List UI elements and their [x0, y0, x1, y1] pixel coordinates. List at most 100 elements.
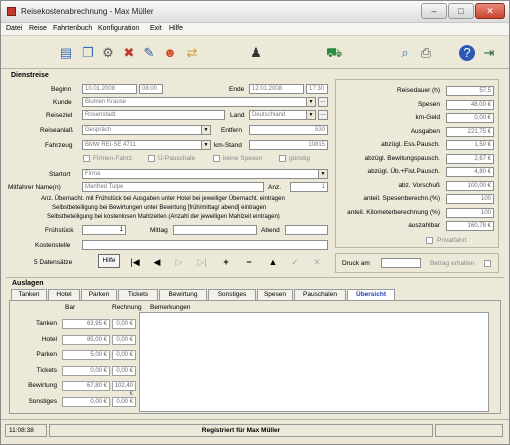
spy-icon[interactable]: ♟	[248, 45, 264, 61]
fruehstueck-field[interactable]: 1	[82, 225, 126, 235]
menu-fahrtenbuch[interactable]: Fahrtenbuch	[53, 25, 92, 32]
title-bar: Reisekostenabrechnung - Max Müller – □ ✕	[1, 1, 509, 23]
kostenstelle-field[interactable]	[82, 240, 328, 250]
user-icon[interactable]: ☻	[162, 45, 178, 61]
tab-7[interactable]: Pauschalen	[294, 289, 346, 300]
chevron-down-icon: ▼	[318, 170, 327, 178]
ue-pauschale-checkbox[interactable]	[148, 155, 155, 162]
tab-3[interactable]: Tickets	[118, 289, 158, 300]
tab-6[interactable]: Spesen	[257, 289, 293, 300]
summary-value: 160,78 €	[446, 221, 494, 231]
edit-icon[interactable]: ✎	[141, 45, 157, 61]
beginn-time-field[interactable]: 08:00	[139, 84, 163, 94]
summary-value: 100	[446, 207, 494, 218]
mitfahrer-field[interactable]: Manfred Tulpe	[82, 182, 264, 192]
delete-icon[interactable]: ✖	[121, 45, 137, 61]
app-icon	[7, 7, 16, 16]
grid-cell-bar[interactable]: 63,95 €	[62, 319, 110, 329]
print-icon[interactable]: ⎙	[418, 45, 434, 61]
help-icon[interactable]: ?	[459, 45, 475, 61]
up-icon[interactable]: ▲	[267, 256, 279, 268]
new-doc-icon[interactable]: ▤	[58, 45, 74, 61]
minimize-button[interactable]: –	[421, 3, 447, 19]
ende-time-field[interactable]: 17:30	[306, 84, 328, 94]
reiseziel-field[interactable]: Rosenstadt	[82, 110, 225, 120]
grid-cell-bar[interactable]: 0,00 €	[62, 396, 110, 407]
privatfahrt-checkbox[interactable]	[426, 237, 433, 244]
prev-record-icon[interactable]: ◀	[151, 256, 163, 268]
startort-select[interactable]: Firma ▼	[82, 169, 328, 179]
section-title-dienstreise: Dienstreise	[11, 72, 49, 79]
summary-label: abzügl. Ess.Pausch.	[381, 141, 440, 148]
menu-exit[interactable]: Exit	[150, 25, 162, 32]
druck-am-label: Druck am	[342, 260, 370, 267]
menu-konfiguration[interactable]: Konfiguration	[98, 25, 139, 32]
mittag-field[interactable]	[173, 225, 257, 235]
firmenfahrz-label: Firmen-Fahrz.	[93, 155, 134, 162]
note-uebernachtung: Anz. Übernacht. mit Frühstück bei Ausgab…	[41, 196, 285, 202]
next-record-icon[interactable]: ▷	[173, 256, 185, 268]
tab-4[interactable]: Bewirtung	[159, 289, 207, 300]
tab-1[interactable]: Hotel	[48, 289, 80, 300]
tab-8[interactable]: Übersicht	[347, 289, 395, 300]
grid-cell-rechnung[interactable]: 0,00 €	[112, 319, 136, 329]
tab-5[interactable]: Sonstiges	[208, 289, 256, 300]
grid-cell-rechnung[interactable]: 0,00 €	[112, 334, 136, 345]
beginn-date-field[interactable]: 10.01.2008	[82, 84, 137, 94]
tab-0[interactable]: Tanken	[11, 289, 47, 300]
land-select[interactable]: Deutschland ▼	[249, 110, 316, 120]
exit-icon[interactable]: ⇥	[481, 45, 497, 61]
menu-datei[interactable]: Datei	[6, 25, 22, 32]
betrag-erhalten-checkbox[interactable]	[484, 260, 491, 267]
abend-field[interactable]	[285, 225, 328, 235]
land-more-button[interactable]: …	[318, 110, 328, 120]
confirm-icon[interactable]: ✓	[289, 256, 301, 268]
firmenfahrz-checkbox[interactable]	[83, 155, 90, 162]
summary-panel: Reisedauer (h) 57,5 Spesen 48,00 € km-Geld 0,…	[335, 79, 499, 248]
menu-hilfe[interactable]: Hilfe	[169, 25, 183, 32]
summary-label: Spesen	[417, 100, 440, 108]
last-record-icon[interactable]: ▷|	[196, 256, 208, 268]
grid-cell-rechnung[interactable]: 102,40 €	[112, 381, 136, 397]
grid-row-label: Hotel	[41, 335, 57, 343]
grid-cell-bar[interactable]: 67,80 €	[62, 381, 110, 391]
settings-icon[interactable]: ⚙	[100, 45, 116, 61]
grid-cell-rechnung[interactable]: 0,00 €	[112, 396, 136, 407]
entfern-field[interactable]: 530	[249, 125, 328, 135]
car-icon[interactable]: ⛟	[326, 45, 342, 61]
copy-doc-icon[interactable]: ❐	[80, 45, 96, 61]
ende-label: Ende	[229, 86, 245, 93]
summary-value: 221,75 €	[446, 126, 494, 137]
maximize-button[interactable]: □	[448, 3, 474, 19]
fruehstueck-label: Frühstück	[45, 227, 74, 234]
hilfe-button[interactable]: Hilfe	[98, 254, 120, 268]
menu-reise[interactable]: Reise	[29, 25, 47, 32]
grid-cell-bar[interactable]: 85,00 €	[62, 334, 110, 345]
grid-cell-bar[interactable]: 5,00 €	[62, 350, 110, 360]
fahrzeug-select[interactable]: BMW REI-SE 4711 ▼	[82, 140, 211, 150]
chevron-down-icon: ▼	[306, 111, 315, 119]
anz-field[interactable]: 1	[290, 182, 328, 192]
bemerkungen-field[interactable]	[139, 312, 489, 412]
summary-label: km-Geld	[415, 114, 440, 121]
guenstig-checkbox[interactable]	[279, 155, 286, 162]
kunde-more-button[interactable]: …	[318, 97, 328, 107]
search-icon[interactable]: ⌕	[397, 45, 413, 61]
ende-date-field[interactable]: 12.01.2008	[249, 84, 304, 94]
reiseanlass-select[interactable]: Gespräch ▼	[82, 125, 211, 135]
kmstand-field[interactable]: 10815	[249, 140, 328, 150]
add-record-icon[interactable]: +	[220, 256, 232, 268]
grid-cell-rechnung[interactable]: 0,00 €	[112, 365, 136, 376]
tab-2[interactable]: Parken	[81, 289, 117, 300]
first-record-icon[interactable]: |◀	[129, 256, 141, 268]
remove-record-icon[interactable]: −	[243, 256, 255, 268]
status-bar: 11:08:38 Registriert für Max Müller	[1, 419, 509, 444]
kunde-select[interactable]: Blumen Krause ▼	[82, 97, 316, 107]
grid-cell-rechnung[interactable]: 0,00 €	[112, 350, 136, 360]
keine-spesen-checkbox[interactable]	[213, 155, 220, 162]
cancel-icon[interactable]: ✕	[311, 256, 323, 268]
transfer-icon[interactable]: ⇄	[184, 45, 200, 61]
close-button[interactable]: ✕	[475, 3, 505, 19]
druck-am-field[interactable]	[381, 258, 421, 268]
grid-cell-bar[interactable]: 0,00 €	[62, 365, 110, 376]
